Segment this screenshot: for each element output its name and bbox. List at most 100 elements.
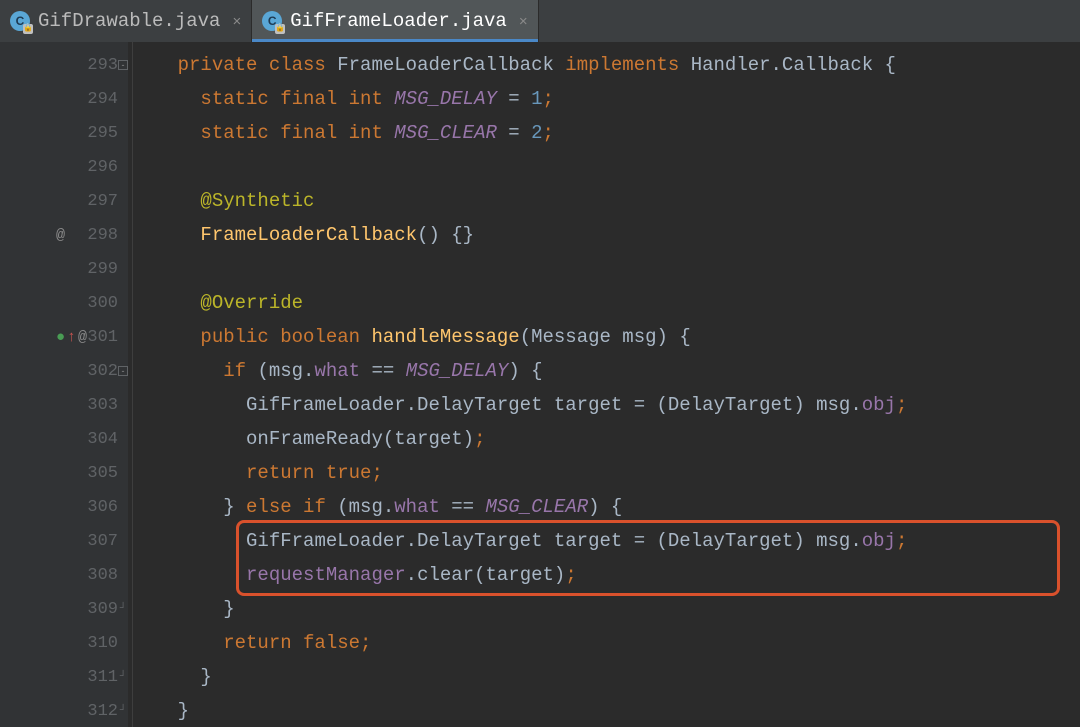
gutter[interactable]: 293- 294 295 296297298@ 299 300 301●↑ @302-303…: [0, 42, 128, 727]
token: ==: [371, 360, 405, 382]
gutter-line[interactable]: 302-: [0, 354, 128, 388]
token: ;: [360, 632, 371, 654]
gutter-line[interactable]: 312┘: [0, 694, 128, 727]
gutter-line[interactable]: 311┘: [0, 660, 128, 694]
token: .clear(target): [406, 564, 566, 586]
token: static final int: [200, 88, 394, 110]
code-line[interactable]: private class FrameLoaderCallback implem…: [128, 48, 1080, 82]
line-number: 300: [70, 294, 118, 313]
code-line[interactable]: static final int MSG_CLEAR = 2;: [128, 116, 1080, 150]
token: ;: [543, 88, 554, 110]
token: }: [223, 496, 246, 518]
close-icon[interactable]: ×: [519, 13, 528, 30]
token: what: [314, 360, 371, 382]
code-area[interactable]: private class FrameLoaderCallback implem…: [128, 42, 1080, 727]
java-class-icon: C🔒: [10, 11, 30, 31]
gutter-line[interactable]: 299: [0, 252, 128, 286]
code-line[interactable]: public boolean handleMessage(Message msg…: [128, 320, 1080, 354]
gutter-line[interactable]: 309┘: [0, 592, 128, 626]
token: ;: [371, 462, 382, 484]
gutter-line[interactable]: 294: [0, 82, 128, 116]
token: return false: [223, 632, 360, 654]
gutter-line[interactable]: 297: [0, 184, 128, 218]
line-number: 298: [70, 226, 118, 245]
token: (Message msg) {: [520, 326, 691, 348]
token: [132, 496, 223, 518]
java-class-icon: C🔒: [262, 11, 282, 31]
line-number: 307: [70, 532, 118, 551]
token: ;: [474, 428, 485, 450]
code-line[interactable]: requestManager.clear(target);: [128, 558, 1080, 592]
code-line[interactable]: } else if (msg.what == MSG_CLEAR) {: [128, 490, 1080, 524]
token: [132, 462, 246, 484]
token: }: [223, 598, 234, 620]
code-line[interactable]: GifFrameLoader.DelayTarget target = (Del…: [128, 524, 1080, 558]
code-line[interactable]: }: [128, 660, 1080, 694]
token: MSG_CLEAR: [486, 496, 589, 518]
token: MSG_DELAY: [406, 360, 509, 382]
line-number: 302: [70, 362, 118, 381]
gutter-line[interactable]: 301●↑ @: [0, 320, 128, 354]
code-line[interactable]: GifFrameLoader.DelayTarget target = (Del…: [128, 388, 1080, 422]
token: @Override: [200, 292, 303, 314]
gutter-line[interactable]: 306: [0, 490, 128, 524]
gutter-line[interactable]: 295: [0, 116, 128, 150]
token: private class: [178, 54, 338, 76]
token: else if: [246, 496, 337, 518]
tab-gifframeloader[interactable]: C🔒 GifFrameLoader.java ×: [252, 0, 538, 42]
gutter-line[interactable]: 303: [0, 388, 128, 422]
token: public boolean: [200, 326, 371, 348]
token: handleMessage: [371, 326, 519, 348]
gutter-line[interactable]: 293-: [0, 48, 128, 82]
code-line[interactable]: return false;: [128, 626, 1080, 660]
token: obj: [862, 530, 896, 552]
code-line[interactable]: @Synthetic: [128, 184, 1080, 218]
token: }: [200, 666, 211, 688]
token: return true: [246, 462, 371, 484]
token: obj: [862, 394, 896, 416]
token: ;: [896, 394, 907, 416]
code-line[interactable]: onFrameReady(target);: [128, 422, 1080, 456]
code-line[interactable]: if (msg.what == MSG_DELAY) {: [128, 354, 1080, 388]
gutter-line[interactable]: 296: [0, 150, 128, 184]
token: MSG_CLEAR: [394, 122, 497, 144]
token: 2: [531, 122, 542, 144]
code-line[interactable]: static final int MSG_DELAY = 1;: [128, 82, 1080, 116]
token: [132, 598, 223, 620]
gutter-line[interactable]: 298@: [0, 218, 128, 252]
code-line[interactable]: [128, 150, 1080, 184]
token: @Synthetic: [200, 190, 314, 212]
token: }: [178, 700, 189, 722]
token: (msg.: [257, 360, 314, 382]
gutter-line[interactable]: 308: [0, 558, 128, 592]
token: implements: [565, 54, 690, 76]
code-line[interactable]: }: [128, 694, 1080, 727]
code-line[interactable]: return true;: [128, 456, 1080, 490]
code-line[interactable]: [128, 252, 1080, 286]
gutter-line[interactable]: 310: [0, 626, 128, 660]
gutter-line[interactable]: 305: [0, 456, 128, 490]
token: [132, 632, 223, 654]
tab-gifdrawable[interactable]: C🔒 GifDrawable.java ×: [0, 0, 252, 42]
line-number: 294: [70, 90, 118, 109]
line-number: 310: [70, 634, 118, 653]
editor: 293- 294 295 296297298@ 299 300 301●↑ @302-303…: [0, 42, 1080, 727]
line-number: 295: [70, 124, 118, 143]
gutter-line[interactable]: 304: [0, 422, 128, 456]
token: [132, 360, 223, 382]
override-marker-icon[interactable]: ●↑ @: [56, 329, 87, 346]
gutter-line[interactable]: 300: [0, 286, 128, 320]
tab-label: GifDrawable.java: [38, 10, 220, 32]
token: [132, 326, 200, 348]
code-line[interactable]: @Override: [128, 286, 1080, 320]
close-icon[interactable]: ×: [232, 13, 241, 30]
token: [132, 564, 246, 586]
gutter-line[interactable]: 307: [0, 524, 128, 558]
token: =: [497, 122, 531, 144]
token: () {}: [417, 224, 474, 246]
token: onFrameReady(target): [246, 428, 474, 450]
code-line[interactable]: }: [128, 592, 1080, 626]
line-number: 299: [70, 260, 118, 279]
code-line[interactable]: FrameLoaderCallback() {}: [128, 218, 1080, 252]
token: =: [497, 88, 531, 110]
